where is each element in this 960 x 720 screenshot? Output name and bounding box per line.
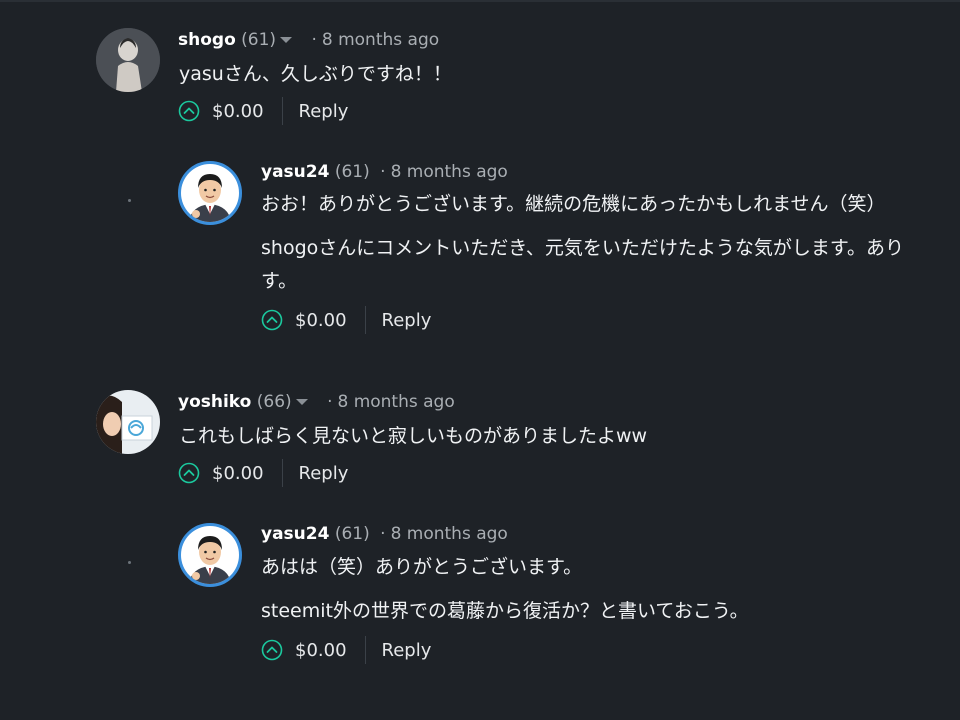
author-name[interactable]: shogo — [178, 30, 236, 50]
comment-body: これもしばらく見ないと寂しいものがありましたよww — [179, 420, 647, 453]
chevron-up-circle-icon[interactable] — [261, 309, 283, 331]
chevron-up-circle-icon[interactable] — [178, 100, 200, 122]
comment-body: あはは（笑）ありがとうございます。 steemit外の世界での葛藤から復活か？と… — [261, 551, 749, 628]
timestamp[interactable]: 8 months ago — [391, 162, 508, 182]
action-divider — [364, 306, 366, 334]
reputation-score: (61) — [334, 162, 370, 182]
reply-button[interactable]: Reply — [382, 310, 432, 331]
avatar[interactable] — [96, 390, 160, 454]
dot-separator: · — [380, 524, 386, 544]
comment-line: あはは（笑）ありがとうございます。 — [261, 556, 583, 578]
comment-header: yoshiko (66) · 8 months ago — [178, 391, 455, 413]
chevron-up-circle-icon[interactable] — [261, 639, 283, 661]
comment-line: す。 — [261, 270, 298, 292]
payout-value[interactable]: $0.00 — [295, 640, 347, 661]
comment-header: yasu24 (61) · 8 months ago — [261, 161, 508, 183]
payout-value[interactable]: $0.00 — [212, 101, 264, 122]
author-name[interactable]: yasu24 — [261, 524, 329, 544]
comment-line: これもしばらく見ないと寂しいものがありましたよww — [179, 425, 648, 447]
timestamp[interactable]: 8 months ago — [322, 30, 439, 50]
author-name[interactable]: yoshiko — [178, 392, 251, 412]
dot-separator: · — [380, 162, 386, 182]
thread-dot — [128, 561, 131, 564]
action-divider — [281, 459, 283, 487]
reply-button[interactable]: Reply — [382, 640, 432, 661]
caret-down-icon[interactable] — [280, 37, 293, 43]
avatar[interactable] — [178, 523, 242, 587]
author-name[interactable]: yasu24 — [261, 162, 329, 182]
comment-actions: $0.00 Reply — [261, 635, 431, 665]
comment-line: steemit外の世界での葛藤から復活か？と書いておこう。 — [261, 600, 749, 622]
action-divider — [281, 97, 283, 125]
avatar[interactable] — [178, 161, 242, 225]
top-divider — [0, 0, 960, 2]
payout-value[interactable]: $0.00 — [212, 463, 264, 484]
comment-line: yasuさん、久しぶりですね！！ — [179, 63, 452, 85]
comment-body: yasuさん、久しぶりですね！！ — [179, 58, 452, 91]
reputation-score: (61) — [241, 30, 277, 50]
caret-down-icon[interactable] — [295, 399, 308, 405]
comment-line: shogoさんにコメントいただき、元気をいただけたような気がします。あり — [261, 237, 905, 259]
comment-header: shogo (61) · 8 months ago — [178, 29, 439, 51]
comment-line: おお！ありがとうございます。継続の危機にあったかもしれません（笑） — [261, 193, 886, 215]
chevron-up-circle-icon[interactable] — [178, 462, 200, 484]
reputation-score: (66) — [256, 392, 292, 412]
reputation-score: (61) — [334, 524, 370, 544]
timestamp[interactable]: 8 months ago — [391, 524, 508, 544]
thread-dot — [128, 199, 131, 202]
comment-body: おお！ありがとうございます。継続の危機にあったかもしれません（笑） shogoさ… — [261, 188, 904, 298]
reply-button[interactable]: Reply — [299, 463, 349, 484]
dot-separator: · — [327, 392, 333, 412]
dot-separator: · — [311, 30, 317, 50]
comment-actions: $0.00 Reply — [178, 96, 348, 126]
action-divider — [364, 636, 366, 664]
timestamp[interactable]: 8 months ago — [337, 392, 454, 412]
comment-header: yasu24 (61) · 8 months ago — [261, 523, 508, 545]
payout-value[interactable]: $0.00 — [295, 310, 347, 331]
reply-button[interactable]: Reply — [299, 101, 349, 122]
avatar[interactable] — [96, 28, 160, 92]
comment-actions: $0.00 Reply — [261, 305, 431, 335]
comment-actions: $0.00 Reply — [178, 458, 348, 488]
